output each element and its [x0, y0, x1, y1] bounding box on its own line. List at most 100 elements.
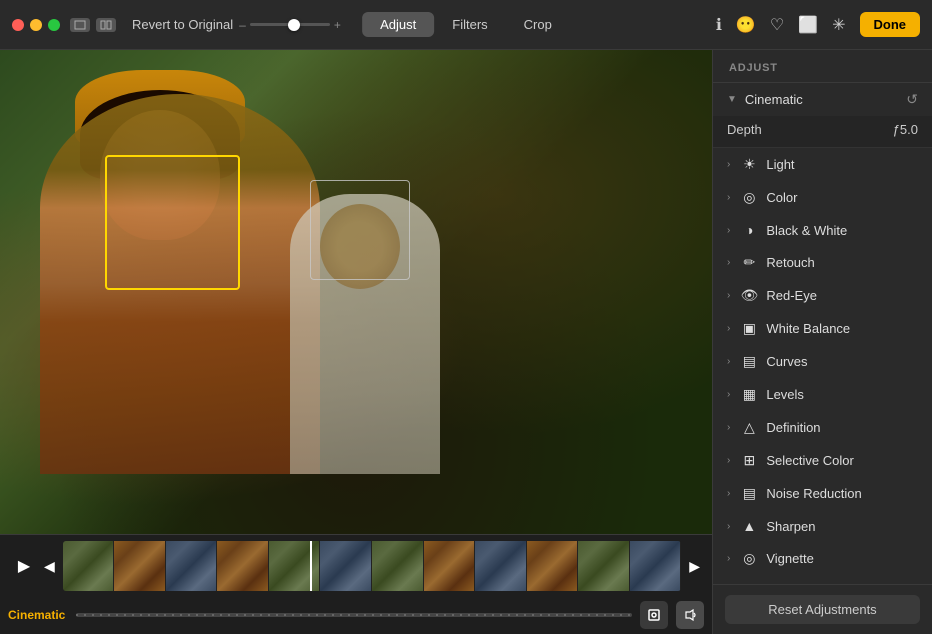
filmstrip[interactable]: [63, 541, 681, 591]
retouch-icon: ✏: [740, 254, 758, 271]
traffic-lights: [12, 19, 60, 31]
sharpen-chevron-icon: ›: [727, 521, 730, 532]
vignette-icon: ◎: [740, 550, 758, 567]
focus-box-primary: [105, 155, 240, 290]
sc-icon: ⊞: [740, 452, 758, 469]
sidebar-items-list: ▼ Cinematic ↺ Depth ƒ5.0 › ☀ Li: [713, 83, 932, 584]
bw-chevron-icon: ›: [727, 225, 730, 236]
filmstrip-frame: [63, 541, 115, 591]
info-icon[interactable]: ℹ: [716, 15, 722, 35]
curves-label: Curves: [766, 354, 918, 369]
sidebar-item-curves[interactable]: › ▤ Curves: [713, 345, 932, 378]
crop-view-icon[interactable]: [640, 601, 668, 629]
sidebar-header: ADJUST: [713, 50, 932, 83]
nr-chevron-icon: ›: [727, 488, 730, 499]
cinematic-label: Cinematic: [745, 92, 803, 107]
color-chevron-icon: ›: [727, 192, 730, 203]
wb-label: White Balance: [766, 321, 918, 336]
redeye-chevron-icon: ›: [727, 290, 730, 301]
light-label: Light: [766, 157, 918, 172]
tab-adjust[interactable]: Adjust: [362, 12, 434, 37]
bw-label: Black & White: [766, 223, 918, 238]
brightness-slider[interactable]: [250, 23, 330, 26]
filmstrip-frame: [217, 541, 269, 591]
wb-icon: ▣: [740, 320, 758, 337]
play-button[interactable]: ▶: [12, 554, 36, 578]
cinematic-mode-label: Cinematic: [8, 608, 68, 622]
reset-adjustments-button[interactable]: Reset Adjustments: [725, 595, 920, 624]
brightness-slider-container: – +: [239, 18, 341, 32]
titlebar: Revert to Original – + Adjust Filters Cr…: [0, 0, 932, 50]
curves-chevron-icon: ›: [727, 356, 730, 367]
fullscreen-button[interactable]: [48, 19, 60, 31]
window-controls: [70, 18, 116, 32]
filmstrip-frame: [578, 541, 630, 591]
sidebar-item-vignette[interactable]: › ◎ Vignette: [713, 542, 932, 575]
done-button[interactable]: Done: [860, 12, 921, 37]
tools-icon[interactable]: ✳: [832, 15, 845, 35]
sidebar-item-color[interactable]: › ◎ Color: [713, 181, 932, 214]
close-button[interactable]: [12, 19, 24, 31]
minimize-button[interactable]: [30, 19, 42, 31]
single-view-button[interactable]: [70, 18, 90, 32]
audio-icon[interactable]: [676, 601, 704, 629]
emoji-icon[interactable]: 😶: [736, 15, 756, 35]
light-chevron-icon: ›: [727, 159, 730, 170]
sidebar: ADJUST ▼ Cinematic ↺ Depth ƒ5.0: [712, 50, 932, 634]
retouch-label: Retouch: [766, 255, 918, 270]
sidebar-item-light[interactable]: › ☀ Light: [713, 148, 932, 181]
bw-icon: ◑: [740, 222, 758, 238]
nr-label: Noise Reduction: [766, 486, 918, 501]
split-view-button[interactable]: [96, 18, 116, 32]
sidebar-item-definition[interactable]: › △ Definition: [713, 411, 932, 444]
cinematic-undo-icon[interactable]: ↺: [906, 91, 918, 108]
sidebar-item-levels[interactable]: › ▦ Levels: [713, 378, 932, 411]
depth-row: Depth ƒ5.0: [727, 122, 918, 137]
timeline-controls: ▶ ◀ ▶: [0, 535, 712, 597]
prev-frame-button[interactable]: ◀: [44, 558, 55, 575]
focus-box-secondary: [310, 180, 410, 280]
tab-filters[interactable]: Filters: [434, 12, 505, 37]
sidebar-item-red-eye[interactable]: › 👁 Red-Eye: [713, 279, 932, 312]
curves-icon: ▤: [740, 353, 758, 370]
vignette-label: Vignette: [766, 551, 918, 566]
slider-thumb: [288, 19, 300, 31]
sidebar-item-sharpen[interactable]: › ▲ Sharpen: [713, 510, 932, 542]
tab-group: Adjust Filters Crop: [362, 12, 570, 37]
cinematic-section: ▼ Cinematic ↺ Depth ƒ5.0: [713, 83, 932, 148]
filmstrip-frame: [372, 541, 424, 591]
next-frame-button[interactable]: ▶: [689, 558, 700, 575]
filmstrip-frame: [630, 541, 682, 591]
redeye-label: Red-Eye: [766, 288, 918, 303]
cinematic-header[interactable]: ▼ Cinematic ↺: [713, 83, 932, 116]
heart-icon[interactable]: ♡: [770, 15, 784, 35]
depth-value: ƒ5.0: [893, 122, 918, 137]
revert-area: Revert to Original – +: [132, 17, 341, 32]
def-chevron-icon: ›: [727, 422, 730, 433]
sidebar-item-white-balance[interactable]: › ▣ White Balance: [713, 312, 932, 345]
sharpen-icon: ▲: [740, 518, 758, 534]
filmstrip-frame: [475, 541, 527, 591]
sidebar-item-retouch[interactable]: › ✏ Retouch: [713, 246, 932, 279]
sidebar-item-noise-reduction[interactable]: › ▤ Noise Reduction: [713, 477, 932, 510]
share-icon[interactable]: ⬜: [798, 15, 818, 35]
sidebar-bottom: Reset Adjustments: [713, 584, 932, 634]
playhead: [310, 541, 312, 591]
timeline-icons: [640, 601, 704, 629]
sidebar-item-black-white[interactable]: › ◑ Black & White: [713, 214, 932, 246]
def-icon: △: [740, 419, 758, 436]
sidebar-item-selective-color[interactable]: › ⊞ Selective Color: [713, 444, 932, 477]
nr-icon: ▤: [740, 485, 758, 502]
scrubber-track[interactable]: [76, 613, 632, 617]
filmstrip-frame: [269, 541, 321, 591]
revert-label[interactable]: Revert to Original: [132, 17, 233, 32]
slider-minus-icon: –: [239, 18, 246, 32]
levels-label: Levels: [766, 387, 918, 402]
vignette-chevron-icon: ›: [727, 553, 730, 564]
redeye-icon: 👁: [740, 287, 758, 304]
timeline-bottom: Cinematic: [0, 597, 712, 633]
photo-area: ▶ ◀ ▶: [0, 50, 712, 634]
tab-crop[interactable]: Crop: [506, 12, 570, 37]
levels-chevron-icon: ›: [727, 389, 730, 400]
retouch-chevron-icon: ›: [727, 257, 730, 268]
